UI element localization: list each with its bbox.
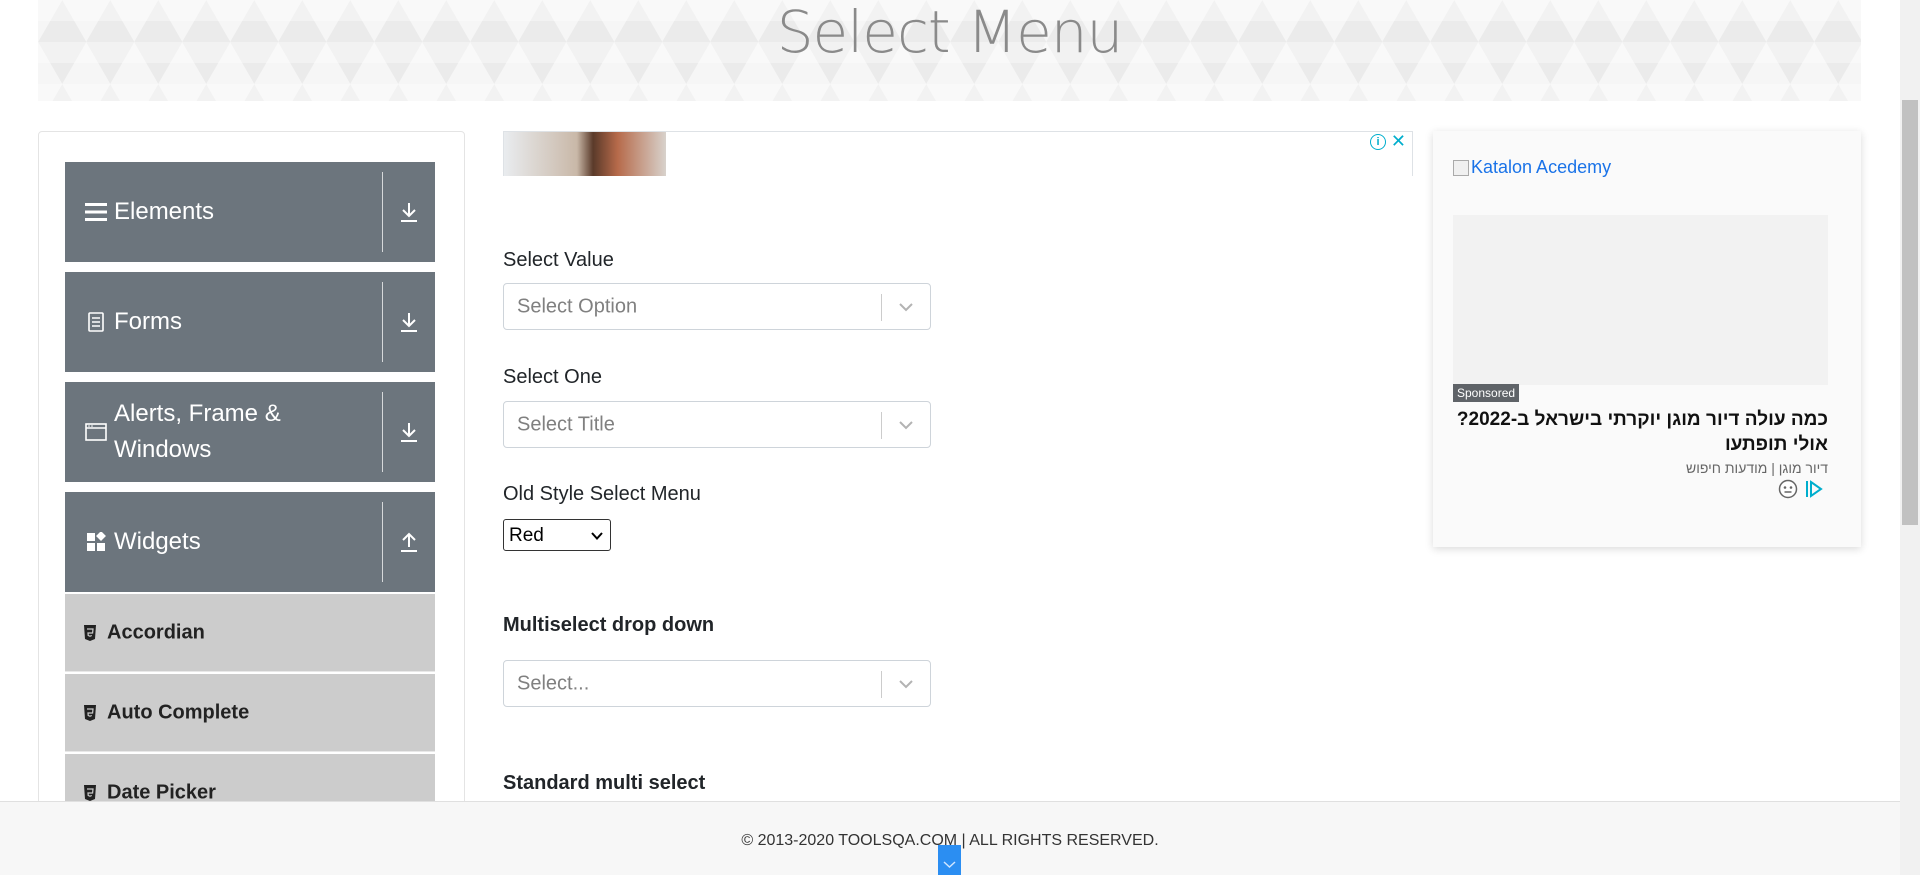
ad-image[interactable]: [1453, 215, 1828, 385]
select-placeholder: Select...: [517, 672, 590, 694]
sidebar-item-label: Accordian: [107, 621, 205, 643]
sidebar-group-elements[interactable]: Elements: [65, 162, 435, 262]
sidebar: Elements Forms Alerts, Frame & Windows W…: [38, 131, 465, 875]
divider: [382, 392, 383, 472]
scrollbar-thumb[interactable]: [1902, 100, 1918, 525]
chevron-down-icon[interactable]: [896, 415, 916, 435]
download-icon[interactable]: [397, 420, 421, 444]
ad-logo[interactable]: Katalon Acedemy: [1453, 157, 1611, 178]
sidebar-group-label: Widgets: [114, 528, 201, 555]
select-one-label: Select One: [503, 366, 602, 388]
old-style-select-label: Old Style Select Menu: [503, 483, 701, 505]
sponsored-ad[interactable]: Katalon Acedemy Sponsored כמה עולה דיור …: [1433, 131, 1861, 547]
select-placeholder: Select Title: [517, 413, 615, 435]
ad-image[interactable]: [504, 132, 666, 176]
scroll-down-button[interactable]: [938, 845, 961, 875]
info-icon[interactable]: i: [1370, 134, 1386, 150]
selected-option: Red: [509, 525, 544, 546]
chevron-down-icon[interactable]: [896, 297, 916, 317]
divider: [382, 282, 383, 362]
page-scrollbar[interactable]: [1900, 0, 1920, 875]
select-value-label: Select Value: [503, 249, 614, 271]
page-banner: Select Menu: [38, 0, 1861, 101]
window-icon: [85, 421, 107, 443]
page: Select Menu Elements Forms Alerts, Frame…: [0, 0, 1920, 875]
select-one-dropdown[interactable]: Select Title: [503, 401, 931, 448]
sidebar-group-label: Alerts, Frame & Windows: [114, 400, 281, 463]
ad-banner[interactable]: i ✕: [503, 131, 1413, 176]
upload-icon[interactable]: [397, 530, 421, 554]
html5-icon: [83, 704, 97, 722]
multiselect-label: Multiselect drop down: [503, 614, 715, 636]
divider: [881, 412, 882, 439]
html5-icon: [83, 624, 97, 642]
divider: [881, 671, 882, 698]
ad-logo-alt: Katalon Acedemy: [1471, 157, 1612, 177]
close-icon[interactable]: ✕: [1391, 132, 1406, 150]
ad-choices[interactable]: [1778, 479, 1824, 504]
sidebar-group-label: Forms: [114, 308, 182, 335]
widgets-icon: [85, 531, 107, 553]
download-icon[interactable]: [397, 200, 421, 224]
chevron-down-icon: [590, 527, 604, 541]
select-value-dropdown[interactable]: Select Option: [503, 283, 931, 330]
document-icon: [85, 311, 107, 333]
select-placeholder: Select Option: [517, 295, 638, 317]
download-icon[interactable]: [397, 310, 421, 334]
sidebar-group-widgets[interactable]: Widgets: [65, 492, 435, 592]
html5-icon: [83, 784, 97, 802]
sidebar-group-alerts[interactable]: Alerts, Frame & Windows: [65, 382, 435, 482]
ad-title[interactable]: כמה עולה דיור מוגן יוקרתי בישראל ב-2022?…: [1453, 407, 1828, 457]
ad-feedback-icon[interactable]: [1778, 479, 1798, 504]
old-style-select[interactable]: Red: [503, 519, 611, 551]
hamburger-icon: [85, 201, 107, 223]
broken-image-icon: [1453, 159, 1469, 176]
sidebar-group-forms[interactable]: Forms: [65, 272, 435, 372]
page-title: Select Menu: [776, 0, 1124, 66]
chevron-down-icon[interactable]: [896, 674, 916, 694]
sidebar-item-auto-complete[interactable]: Auto Complete: [65, 674, 435, 752]
multiselect-dropdown[interactable]: Select...: [503, 660, 931, 707]
sponsored-badge: Sponsored: [1453, 384, 1520, 402]
sidebar-item-accordian[interactable]: Accordian: [65, 594, 435, 672]
sidebar-item-label: Auto Complete: [107, 701, 250, 723]
divider: [382, 172, 383, 252]
sidebar-group-label: Elements: [114, 198, 215, 225]
standard-multiselect-label: Standard multi select: [503, 772, 706, 794]
divider: [382, 502, 383, 582]
divider: [881, 294, 882, 321]
ad-subtitle: דיור מוגן | מודעות חיפוש: [1686, 460, 1828, 476]
adchoices-icon[interactable]: [1804, 479, 1824, 504]
